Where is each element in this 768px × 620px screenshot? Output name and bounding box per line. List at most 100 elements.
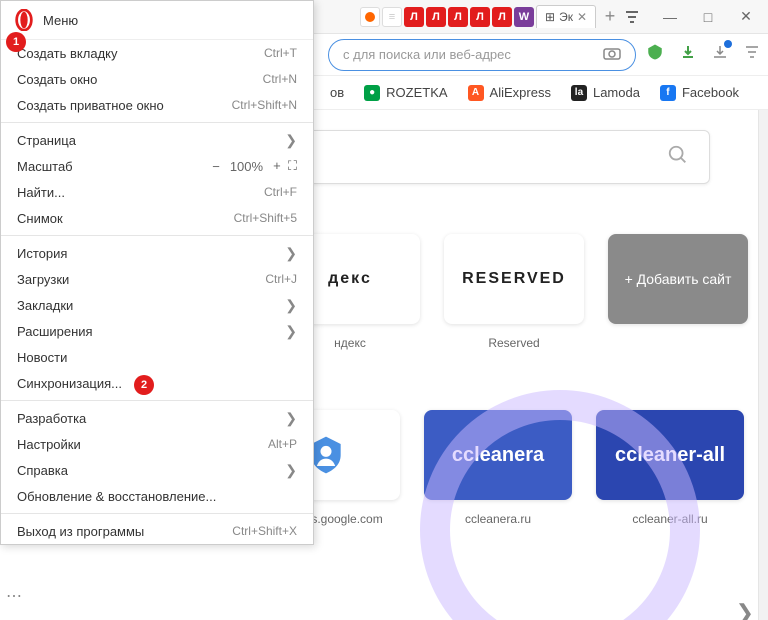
window-controls: — □ ✕: [622, 7, 768, 27]
minimize-button[interactable]: —: [660, 7, 680, 27]
menu-item[interactable]: Создать приватное окноCtrl+Shift+N: [1, 92, 313, 118]
add-site-tile[interactable]: + Добавить сайт: [608, 234, 748, 324]
menu-item[interactable]: ЗагрузкиCtrl+J: [1, 266, 313, 292]
menu-item-label: История: [17, 246, 285, 261]
menu-item-label: Найти...: [17, 185, 264, 200]
toolbar-icons: [646, 43, 760, 66]
tab-favicon[interactable]: ≡: [382, 7, 402, 27]
menu-item-label: Создать приватное окно: [17, 98, 232, 113]
menu-shortcut: Ctrl+N: [263, 72, 297, 86]
tab-label: Эк: [559, 10, 573, 24]
menu-item-label: Новости: [17, 350, 297, 365]
new-tab-button[interactable]: +: [598, 5, 622, 29]
menu-item[interactable]: Разработка❯: [1, 405, 313, 431]
zoom-controls[interactable]: − 100% + ⛶: [212, 158, 297, 174]
bookmark-icon: A: [468, 85, 484, 101]
annotation-marker-2: 2: [134, 375, 154, 395]
menu-item[interactable]: Закладки❯: [1, 292, 313, 318]
menu-item-label: Создать окно: [17, 72, 263, 87]
menu-title: Меню: [43, 13, 78, 28]
easy-setup-button[interactable]: [744, 45, 760, 64]
menu-item-label: Создать вкладку: [17, 46, 264, 61]
menu-item[interactable]: История❯: [1, 240, 313, 266]
menu-divider: [1, 400, 313, 401]
menu-item[interactable]: Страница❯: [1, 127, 313, 153]
tab-favicon[interactable]: Л: [448, 7, 468, 27]
menu-item[interactable]: НастройкиAlt+P: [1, 431, 313, 457]
menu-item-label: Обновление & восстановление...: [17, 489, 297, 504]
menu-item[interactable]: Найти...Ctrl+F: [1, 179, 313, 205]
tile-label-row: ндекс Reserved: [280, 336, 748, 350]
tile-caption: ccleaner-all.ru: [596, 512, 744, 526]
tab-favicon[interactable]: Л: [492, 7, 512, 27]
tab-favicon[interactable]: Л: [426, 7, 446, 27]
menu-item[interactable]: Синхронизация...: [1, 370, 313, 396]
bookmark-item[interactable]: fFacebook: [660, 85, 739, 101]
speed-dial-tile[interactable]: ccleaner-all: [596, 410, 744, 500]
tile-caption: [608, 336, 748, 350]
close-button[interactable]: ✕: [736, 7, 756, 27]
chevron-right-icon: ❯: [285, 323, 297, 340]
menu-item-label: Загрузки: [17, 272, 265, 287]
tab-favicon[interactable]: W: [514, 7, 534, 27]
camera-icon[interactable]: [603, 46, 621, 63]
menu-item-label: Расширения: [17, 324, 285, 339]
address-input[interactable]: с для поиска или веб-адрес: [328, 39, 636, 71]
chevron-right-icon: ❯: [285, 132, 297, 149]
active-tab[interactable]: ⊞ Эк ✕: [536, 5, 596, 28]
menu-item[interactable]: Обновление & восстановление...: [1, 483, 313, 509]
chevron-right-icon: ❯: [285, 410, 297, 427]
menu-item[interactable]: Расширения❯: [1, 318, 313, 344]
menu-item[interactable]: Справка❯: [1, 457, 313, 483]
bookmark-item[interactable]: AAliExpress: [468, 85, 551, 101]
menu-item-label: Страница: [17, 133, 285, 148]
speed-dial-tile[interactable]: RESERVED: [444, 234, 584, 324]
menu-shortcut: Ctrl+F: [264, 185, 297, 199]
menu-divider: [1, 513, 313, 514]
tab-favicon[interactable]: [360, 7, 380, 27]
menu-item-label: Синхронизация...: [17, 376, 297, 391]
download-icon[interactable]: [680, 44, 696, 65]
maximize-button[interactable]: □: [698, 7, 718, 27]
tab-close-button[interactable]: ✕: [577, 10, 587, 24]
bookmark-item[interactable]: ов: [330, 85, 344, 100]
tile-row: дeкс RESERVED + Добавить сайт: [280, 234, 748, 324]
menu-item[interactable]: СнимокCtrl+Shift+5: [1, 205, 313, 231]
adblock-icon[interactable]: [646, 43, 664, 66]
menu-item-label: Выход из программы: [17, 524, 232, 539]
tab-favicon[interactable]: Л: [404, 7, 424, 27]
menu-item-label: Масштаб: [17, 159, 212, 174]
menu-item[interactable]: Новости: [1, 344, 313, 370]
download-badge: [724, 40, 732, 48]
menu-shortcut: Alt+P: [268, 437, 297, 451]
menu-item-label: Настройки: [17, 437, 268, 452]
menu-item-label: Закладки: [17, 298, 285, 313]
menu-item[interactable]: Создать вкладкуCtrl+T: [1, 40, 313, 66]
chevron-right-icon: ❯: [285, 245, 297, 262]
menu-header: Меню: [1, 1, 313, 40]
chevron-right-icon: ❯: [285, 297, 297, 314]
tile-caption: ccleanera.ru: [424, 512, 572, 526]
next-page-arrow[interactable]: ❯: [736, 600, 754, 620]
bookmark-icon: ●: [364, 85, 380, 101]
menu-item[interactable]: Создать окноCtrl+N: [1, 66, 313, 92]
downloads-button[interactable]: [712, 44, 728, 65]
easy-setup-icon[interactable]: [622, 7, 642, 27]
tab-favicon[interactable]: Л: [470, 7, 490, 27]
speed-dial-icon: ⊞: [545, 10, 555, 24]
search-icon: [667, 144, 689, 171]
menu-item[interactable]: Масштаб− 100% + ⛶: [1, 153, 313, 179]
menu-shortcut: Ctrl+J: [265, 272, 297, 286]
speed-dial-tile[interactable]: ccleanera: [424, 410, 572, 500]
scrollbar-track[interactable]: [758, 110, 768, 620]
menu-item[interactable]: Выход из программыCtrl+Shift+X: [1, 518, 313, 544]
menu-divider: [1, 235, 313, 236]
menu-shortcut: Ctrl+Shift+N: [232, 98, 297, 112]
menu-item-label: Разработка: [17, 411, 285, 426]
menu-shortcut: Ctrl+T: [264, 46, 297, 60]
bookmark-item[interactable]: ●ROZETKA: [364, 85, 447, 101]
more-icon[interactable]: ⋯: [6, 586, 24, 606]
tabs-strip: ≡ Л Л Л Л Л W ⊞ Эк ✕ +: [360, 5, 622, 29]
bookmark-item[interactable]: laLamoda: [571, 85, 640, 101]
address-placeholder: с для поиска или веб-адрес: [343, 47, 511, 62]
